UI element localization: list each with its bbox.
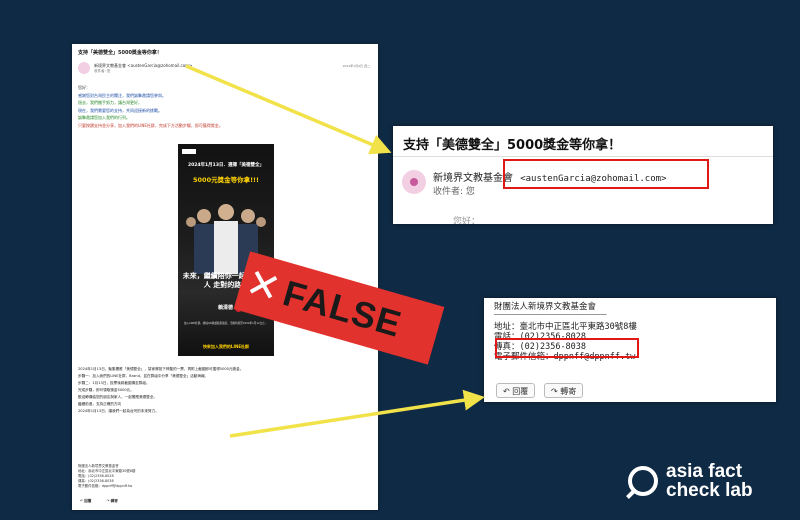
magnifier-icon [628,466,658,496]
arrow-to-header [185,64,392,155]
arrows-overlay [185,64,485,438]
arrow-to-signature [229,389,485,438]
logo-line: asia fact [666,461,743,482]
logo-line: check lab [666,480,753,501]
asia-fact-check-lab-logo: asia fact check lab [628,462,753,500]
logo-text: asia fact check lab [666,462,753,500]
